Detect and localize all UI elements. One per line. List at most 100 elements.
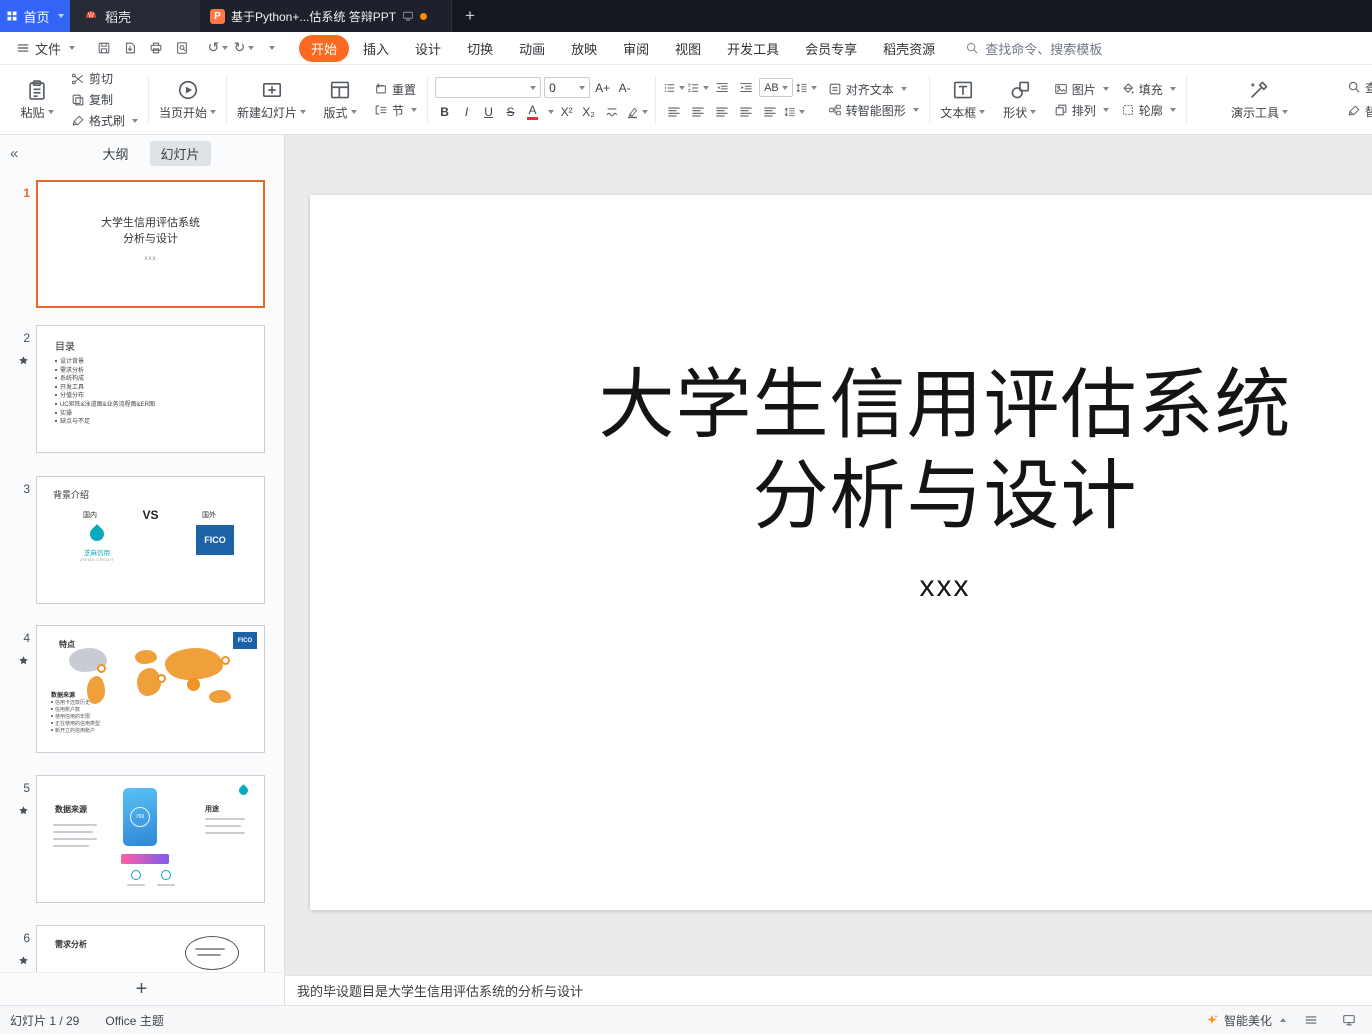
copy-button[interactable]: 复制 (68, 90, 141, 110)
ribbon-tab-animations[interactable]: 动画 (507, 35, 557, 62)
current-slide[interactable]: 大学生信用评估系统 分析与设计 xxx (310, 195, 1372, 910)
reset-icon (376, 83, 386, 94)
text-direction-button[interactable] (795, 78, 817, 98)
distribute-text-button[interactable] (759, 102, 781, 122)
decrease-font-size-button[interactable]: A- (615, 78, 634, 98)
tab-outline[interactable]: 大纲 (91, 141, 139, 166)
section-button[interactable]: 节 (371, 100, 420, 120)
add-slide-button[interactable]: + (136, 979, 148, 999)
format-painter-button[interactable]: 格式刷 (68, 111, 141, 131)
slide-thumbnail-1[interactable]: 大学生信用评估系统 分析与设计 xxx (36, 180, 265, 308)
decrease-indent-button[interactable] (711, 78, 733, 98)
view-mode-button[interactable] (1336, 1008, 1362, 1032)
new-tab-button[interactable]: + (452, 0, 488, 32)
line-spacing-button[interactable] (783, 102, 806, 122)
align-left-button[interactable] (663, 102, 685, 122)
slide-thumbnail-3[interactable]: 背景介绍 国内 VS 国外 芝麻信用 ZHIMA CREDIT FICO (36, 476, 265, 604)
increase-indent-button[interactable] (735, 78, 757, 98)
highlight-color-button[interactable] (626, 102, 649, 122)
picture-button[interactable]: 图片 (1051, 79, 1112, 99)
convert-to-smartart-button[interactable]: 转智能图形 (825, 100, 922, 120)
editing-canvas[interactable]: 大学生信用评估系统 分析与设计 xxx (285, 135, 1372, 975)
align-text-button[interactable]: 对齐文本 (825, 79, 922, 99)
smart-beautify-button[interactable]: 智能美化 (1205, 1012, 1286, 1029)
superscript-button[interactable]: X² (557, 102, 576, 122)
layout-button[interactable]: 版式 (314, 79, 366, 121)
ribbon-tab-view[interactable]: 视图 (663, 35, 713, 62)
increase-font-size-button[interactable]: A+ (593, 78, 612, 98)
notes-panel-toggle-button[interactable] (1298, 1008, 1324, 1032)
undo-icon: ↺ (207, 40, 220, 56)
tab-docer[interactable]: 稻壳 (70, 0, 200, 32)
ribbon-tab-transitions[interactable]: 切换 (455, 35, 505, 62)
find-button[interactable]: 查找 (1344, 77, 1372, 97)
print-button[interactable] (143, 36, 169, 60)
slide-thumbnail-5[interactable]: 数据来源 用途 769 (36, 775, 265, 903)
tab-document[interactable]: P 基于Python+...估系统 答辩PPT (200, 0, 452, 32)
cut-button[interactable]: 剪切 (68, 69, 141, 89)
text-placeholder (205, 818, 245, 820)
numbered-list-button[interactable] (687, 78, 710, 98)
animation-star-icon[interactable] (18, 355, 29, 366)
slide-title-textbox[interactable]: 大学生信用评估系统 分析与设计 (310, 360, 1372, 542)
smart-beautify-label: 智能美化 (1223, 1013, 1272, 1028)
undo-button[interactable]: ↺ (205, 36, 231, 60)
ribbon-tab-slideshow[interactable]: 放映 (559, 35, 609, 62)
ribbon-tab-membership[interactable]: 会员专享 (793, 35, 869, 62)
replace-button[interactable]: 替换 (1344, 101, 1372, 121)
ribbon-tab-home[interactable]: 开始 (299, 34, 350, 62)
slide-thumbnail-4[interactable]: FICO 特点 数据来源 信用卡还款历史 信用账户数 使用信用的年限 正在使用的… (36, 625, 265, 753)
ribbon-tab-devtools[interactable]: 开发工具 (715, 35, 791, 62)
bold-button[interactable]: B (435, 102, 454, 122)
docer-label: 稻壳 (105, 9, 132, 25)
ribbon-tab-insert[interactable]: 插入 (351, 35, 401, 62)
font-color-button[interactable]: A (523, 102, 542, 122)
slide-subtitle-textbox[interactable]: xxx (310, 570, 1372, 604)
phonetic-guide-button[interactable] (601, 102, 623, 122)
animation-star-icon[interactable] (18, 805, 29, 816)
ribbon-tab-docer-resources[interactable]: 稻壳资源 (871, 35, 947, 62)
presentation-tools-button[interactable]: 演示工具 (1228, 79, 1291, 121)
italic-button[interactable]: I (457, 102, 476, 122)
replace-icon (1348, 105, 1360, 116)
new-slide-button[interactable]: 新建幻灯片 (234, 79, 309, 121)
home-button[interactable]: 首页 (0, 0, 70, 32)
textbox-button[interactable]: 文本框 (937, 79, 989, 121)
subscript-button[interactable]: X₂ (579, 102, 598, 122)
animation-star-icon[interactable] (18, 655, 29, 666)
file-menu-button[interactable]: 文件 (10, 39, 81, 58)
redo-button[interactable]: ↻ (231, 36, 257, 60)
export-pdf-button[interactable] (117, 36, 143, 60)
tab-slides[interactable]: 幻灯片 (149, 140, 211, 166)
slide-thumbnail-6[interactable]: 需求分析 (36, 925, 265, 972)
arrange-button[interactable]: 排列 (1051, 100, 1112, 120)
font-size-select[interactable]: 0 (544, 77, 591, 98)
align-right-button[interactable] (711, 102, 733, 122)
customize-toolbar-button[interactable] (257, 36, 283, 60)
bullet-list-button[interactable] (663, 78, 686, 98)
strikethrough-button[interactable]: S (501, 102, 520, 122)
ribbon-tab-design[interactable]: 设计 (403, 35, 453, 62)
thumb1-title: 大学生信用评估系统 分析与设计 (38, 215, 263, 247)
paste-button[interactable]: 粘贴 (11, 79, 63, 121)
caret-down-icon (799, 109, 806, 114)
animation-star-icon[interactable] (18, 955, 29, 966)
reset-button[interactable]: 重置 (371, 79, 420, 99)
command-search[interactable]: 查找命令、搜索模板 (965, 39, 1102, 58)
character-spacing-button[interactable]: AB (759, 78, 793, 97)
collapse-panel-button[interactable]: « (10, 145, 28, 162)
save-button[interactable] (91, 36, 117, 60)
speaker-notes-bar[interactable]: 我的毕设题目是大学生信用评估系统的分析与设计 (285, 975, 1372, 1005)
theme-name[interactable]: Office 主题 (105, 1012, 163, 1029)
underline-button[interactable]: U (479, 102, 498, 122)
align-center-button[interactable] (687, 102, 709, 122)
play-from-current-button[interactable]: 当页开始 (156, 79, 219, 121)
font-name-select[interactable] (435, 77, 542, 98)
print-preview-button[interactable] (169, 36, 195, 60)
fill-button[interactable]: 填充 (1118, 79, 1179, 99)
outline-button[interactable]: 轮廓 (1118, 100, 1179, 120)
ribbon-tab-review[interactable]: 审阅 (611, 35, 661, 62)
justify-button[interactable] (735, 102, 757, 122)
shapes-button[interactable]: 形状 (994, 79, 1046, 121)
slide-thumbnail-2[interactable]: 目录 设计背景 需求分析 系统构成 开发工具 分值分布 UC矩阵&泳道图&业务流… (36, 325, 265, 453)
